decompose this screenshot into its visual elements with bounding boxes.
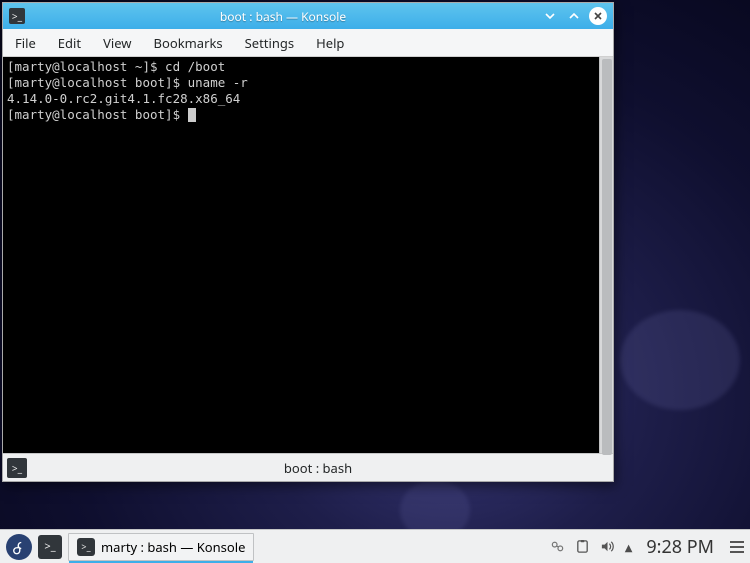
terminal-view[interactable]: [marty@localhost ~]$ cd /boot [marty@loc… (3, 57, 613, 453)
application-launcher[interactable] (6, 534, 32, 560)
wallpaper-decoration (620, 310, 740, 410)
konsole-window: >_ boot : bash — Konsole File Edit View … (2, 2, 614, 482)
konsole-app-icon: >_ (9, 8, 25, 24)
window-title: boot : bash — Konsole (31, 8, 535, 25)
terminal-line: [marty@localhost boot]$ uname -r (7, 75, 248, 90)
panel-menu-icon[interactable] (730, 541, 744, 553)
scrollbar-thumb[interactable] (602, 59, 612, 455)
terminal-line: 4.14.0-0.rc2.git4.1.fc28.x86_64 (7, 91, 240, 106)
menu-edit[interactable]: Edit (58, 34, 81, 52)
titlebar[interactable]: >_ boot : bash — Konsole (3, 3, 613, 29)
taskbar-entry-label: marty : bash — Konsole (101, 538, 245, 556)
menu-help[interactable]: Help (316, 34, 344, 52)
terminal-cursor (188, 108, 196, 122)
panel-clock[interactable]: 9:28 PM (646, 535, 714, 559)
system-tray: ▲ 9:28 PM (550, 535, 744, 559)
menu-bookmarks[interactable]: Bookmarks (154, 34, 223, 52)
chevron-down-icon (545, 11, 555, 21)
chevron-up-icon (569, 11, 579, 21)
terminal-line: [marty@localhost ~]$ cd /boot (7, 59, 225, 74)
fedora-logo-icon (10, 538, 28, 556)
menubar: File Edit View Bookmarks Settings Help (3, 29, 613, 57)
device-icon[interactable] (550, 539, 565, 554)
clipboard-icon[interactable] (575, 539, 590, 554)
tray-expand-button[interactable]: ▲ (625, 540, 633, 554)
terminal-line: [marty@localhost boot]$ (7, 107, 188, 122)
terminal-tab[interactable]: boot : bash (27, 459, 609, 477)
konsole-task-icon: >_ (77, 538, 95, 556)
taskbar-entry-konsole[interactable]: >_ marty : bash — Konsole (68, 533, 254, 561)
menu-view[interactable]: View (103, 34, 131, 52)
minimize-button[interactable] (541, 7, 559, 25)
menu-file[interactable]: File (15, 34, 36, 52)
taskbar-panel: >_ >_ marty : bash — Konsole ▲ 9:28 PM (0, 529, 750, 563)
volume-icon[interactable] (600, 539, 615, 554)
new-tab-button[interactable]: >_ (7, 458, 27, 478)
konsole-tabbar: >_ boot : bash (3, 453, 613, 481)
menu-settings[interactable]: Settings (245, 34, 294, 52)
close-icon (593, 11, 603, 21)
panel-konsole-launcher[interactable]: >_ (38, 535, 62, 559)
close-button[interactable] (589, 7, 607, 25)
terminal-scrollbar[interactable] (599, 57, 613, 453)
maximize-button[interactable] (565, 7, 583, 25)
